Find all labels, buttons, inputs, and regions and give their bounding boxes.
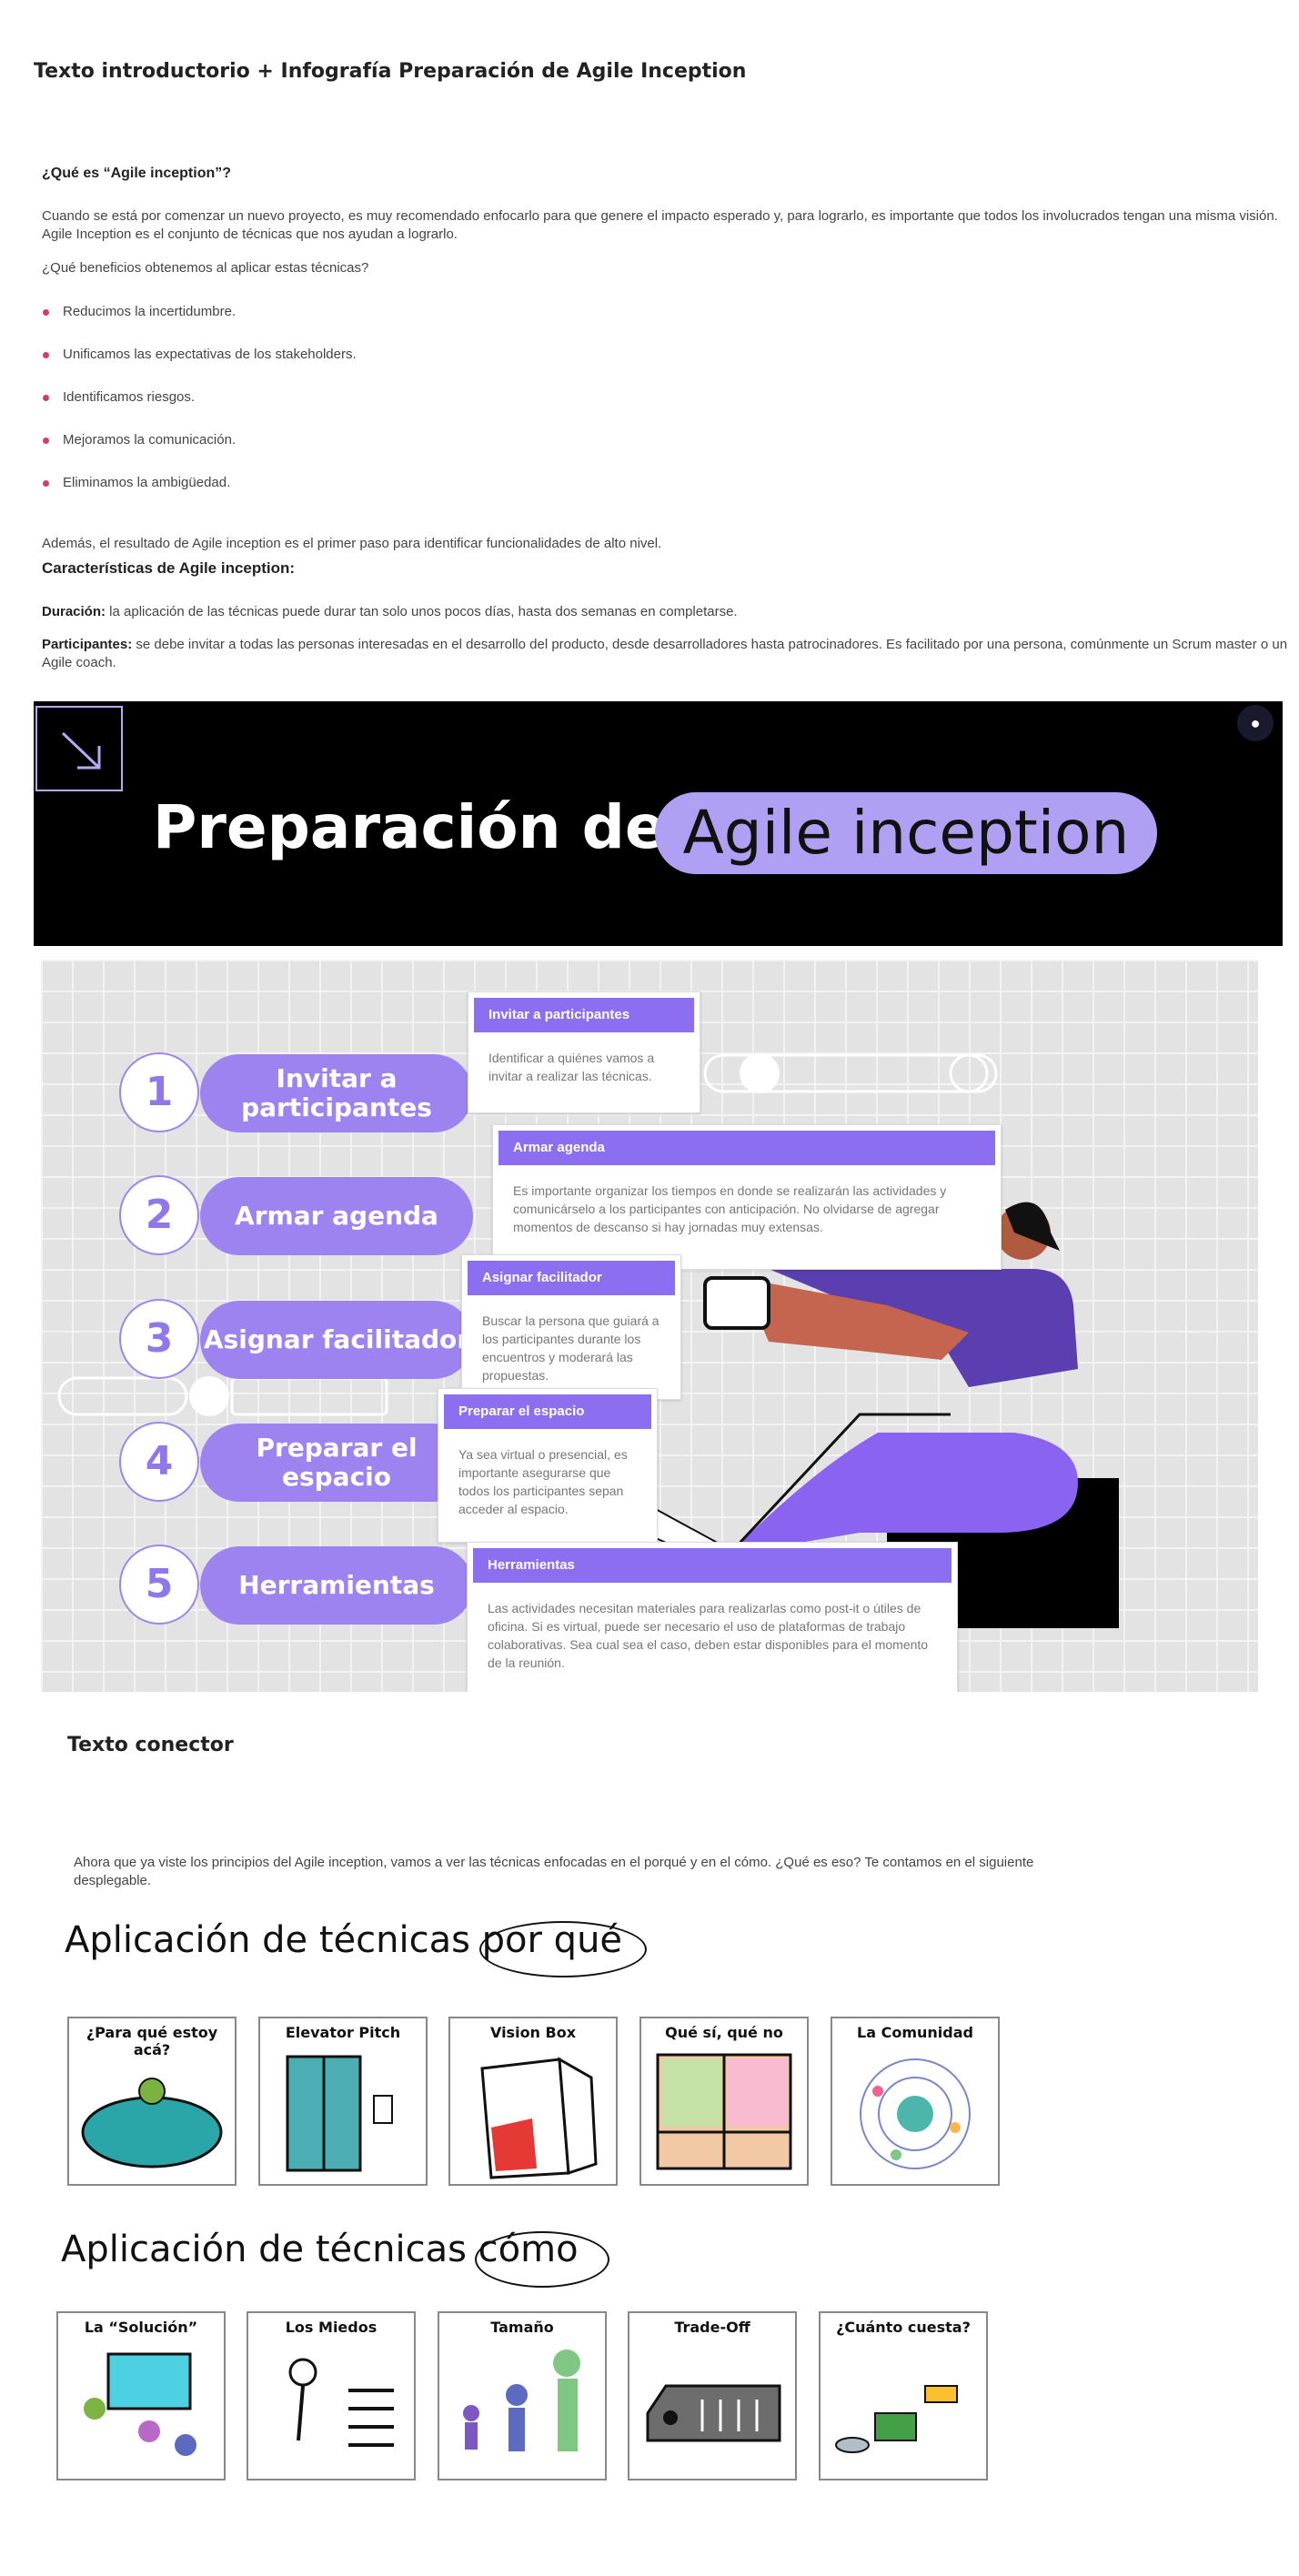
bullet-icon [43, 395, 49, 401]
step-number: 1 [119, 1052, 199, 1132]
technique-card-los-miedos[interactable]: Los Miedos [247, 2311, 416, 2480]
technique-card-la-solucion[interactable]: La “Solución” [56, 2311, 226, 2480]
technique-card-cuanto-cuesta[interactable]: ¿Cuánto cuesta? [819, 2311, 988, 2480]
connector-text: Ahora que ya viste los principios del Ag… [74, 1855, 1034, 1870]
participants-label: Participantes: [42, 637, 133, 652]
step-label: Invitar a participantes [200, 1054, 473, 1132]
duration-label: Duración: [42, 604, 106, 619]
mixer-icon [646, 2384, 781, 2442]
info-card-espacio[interactable]: Preparar el espacio Ya sea virtual o pre… [438, 1388, 658, 1543]
accessibility-icon[interactable]: ● [1237, 705, 1274, 741]
benefits-question: ¿Qué beneficios obtenemos al aplicar est… [42, 260, 369, 276]
card-title: Herramientas [473, 1548, 952, 1583]
duration-text: Duración: la aplicación de las técnicas … [42, 603, 738, 621]
technique-card-la-comunidad[interactable]: La Comunidad [831, 2017, 1000, 2186]
step-number: 5 [119, 1545, 199, 1625]
page-title: Texto introductorio + Infografía Prepara… [34, 60, 747, 83]
benefit-item: Eliminamos la ambigüedad. [63, 475, 231, 490]
card-body: Ya sea virtual o presencial, es importan… [458, 1447, 628, 1516]
card-body: Las actividades necesitan materiales par… [488, 1601, 929, 1670]
bullet-icon [43, 438, 49, 444]
money-icon [835, 2385, 958, 2453]
result-text: Además, el resultado de Agile inception … [42, 536, 662, 551]
box-icon [480, 2057, 598, 2179]
infographic: 1 Invitar a participantes 2 Armar agenda… [41, 960, 1258, 1692]
step-label: Asignar facilitador [200, 1301, 473, 1379]
benefit-item: Reducimos la incertidumbre. [63, 304, 237, 319]
step-label: Preparar el espacio [200, 1424, 473, 1502]
info-card-agenda[interactable]: Armar agenda Es importante organizar los… [492, 1124, 1002, 1270]
sizes-icon [463, 2350, 580, 2451]
participants-text: Participantes: se debe invitar a todas l… [42, 636, 1287, 654]
elevator-icon [286, 2055, 393, 2172]
banner-title: Preparación del [153, 792, 687, 862]
techniques-why-prefix: Aplicación de técnicas [65, 1919, 470, 1961]
intro-paragraph-2: Agile Inception es el conjunto de técnic… [42, 226, 458, 242]
card-title: Invitar a participantes [474, 998, 694, 1032]
step-label: Herramientas [200, 1546, 473, 1625]
benefit-item: Mejoramos la comunicación. [63, 432, 237, 448]
characteristics-title: Características de Agile inception: [42, 559, 296, 577]
card-body: Buscar la persona que guiará a los parti… [482, 1313, 660, 1383]
card-title: Asignar facilitador [468, 1261, 675, 1295]
step-number: 3 [119, 1299, 199, 1379]
connector-title: Texto conector [67, 1734, 234, 1756]
highlight-oval [479, 1921, 647, 1977]
card-body: Es importante organizar los tiempos en d… [513, 1183, 947, 1234]
card-title: Preparar el espacio [444, 1394, 651, 1429]
info-card-facilitador[interactable]: Asignar facilitador Buscar la persona qu… [461, 1254, 681, 1400]
target-icon [860, 2058, 971, 2169]
intro-paragraph: Cuando se está por comenzar un nuevo pro… [42, 208, 1278, 224]
participants-text-2: Agile coach. [42, 655, 116, 670]
technique-card-elevator-pitch[interactable]: Elevator Pitch [258, 2017, 428, 2186]
banner-pill: Agile inception [655, 792, 1157, 874]
connector-text-2: desplegable. [74, 1873, 152, 1888]
fear-icon [288, 2358, 394, 2447]
bullet-icon [43, 352, 49, 358]
technique-card-para-que[interactable]: ¿Para qué estoy acá? [67, 2017, 237, 2186]
step-number: 4 [119, 1422, 199, 1502]
team-board-icon [84, 2352, 196, 2456]
banner: ● Preparación del Agile inception [34, 701, 1283, 946]
community-circle-icon [81, 2078, 223, 2168]
techniques-how-prefix: Aplicación de técnicas [61, 2229, 467, 2270]
bullet-icon [43, 480, 49, 487]
benefit-item: Identificamos riesgos. [63, 389, 196, 405]
participants-value: se debe invitar a todas las personas int… [132, 637, 1288, 652]
banner-title-highlight: Agile inception [682, 798, 1130, 868]
arrow-down-right-icon [35, 706, 123, 791]
card-title: Armar agenda [498, 1131, 995, 1165]
step-number: 2 [119, 1175, 199, 1255]
technique-card-vision-box[interactable]: Vision Box [448, 2017, 618, 2186]
info-card-invitar[interactable]: Invitar a participantes Identificar a qu… [468, 991, 700, 1113]
technique-card-trade-off[interactable]: Trade-Off [628, 2311, 797, 2480]
benefit-item: Unificamos las expectativas de los stake… [63, 347, 357, 362]
step-label: Armar agenda [200, 1177, 473, 1255]
technique-card-que-si-que-no[interactable]: Qué sí, qué no [639, 2017, 809, 2186]
highlight-oval [475, 2231, 609, 2288]
info-card-herramientas[interactable]: Herramientas Las actividades necesitan m… [467, 1542, 958, 1692]
bullet-icon [43, 309, 49, 316]
technique-card-tamano[interactable]: Tamaño [438, 2311, 607, 2480]
duration-value: la aplicación de las técnicas puede dura… [106, 604, 738, 619]
intro-question: ¿Qué es “Agile inception”? [42, 166, 232, 181]
board-icon [656, 2053, 792, 2170]
card-body: Identificar a quiénes vamos a invitar a … [488, 1051, 655, 1083]
